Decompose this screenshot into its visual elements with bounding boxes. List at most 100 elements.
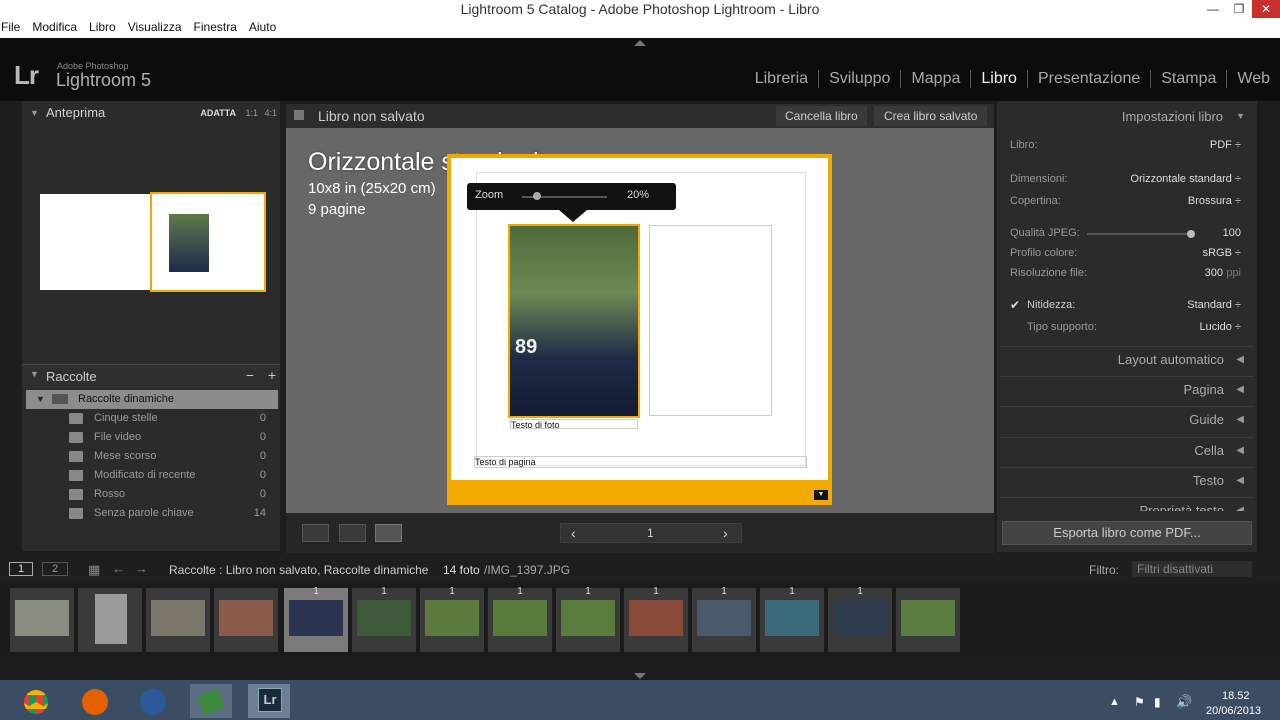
jpeg-slider-thumb[interactable] <box>1187 230 1195 238</box>
filmstrip-thumb[interactable]: 1 <box>624 586 688 652</box>
layout-auto-section[interactable]: Layout automatico ◀ <box>1000 346 1254 372</box>
libro-select[interactable]: PDF ÷ <box>1210 139 1241 151</box>
zoom-4-1[interactable]: 4:1 <box>264 101 277 125</box>
collection-count: 0 <box>259 469 266 481</box>
remove-collection-button[interactable]: − <box>246 367 254 383</box>
page-menu-icon[interactable]: ▼ <box>814 490 828 500</box>
single-page-view-icon[interactable] <box>375 524 402 542</box>
page-section[interactable]: Pagina ◀ <box>1000 376 1254 402</box>
grid-icon[interactable]: ▦ <box>88 562 100 578</box>
resolution-value[interactable]: 300 <box>1205 267 1223 279</box>
lightroom-taskbar-icon[interactable]: Lr <box>248 684 290 718</box>
jpeg-slider-track[interactable] <box>1087 233 1191 235</box>
list-item[interactable]: Modificato di recente 0 <box>26 466 278 485</box>
guides-section[interactable]: Guide ◀ <box>1000 406 1254 432</box>
flag-icon[interactable]: ⚑ <box>1134 695 1145 709</box>
module-sviluppo[interactable]: Sviluppo <box>819 70 902 88</box>
main-window-button[interactable]: 1 <box>9 562 33 576</box>
close-icon[interactable]: ✕ <box>1252 0 1280 18</box>
spread-view-icon[interactable] <box>339 524 366 542</box>
chrome-icon[interactable] <box>16 684 58 718</box>
back-arrow-icon[interactable]: ← <box>112 561 125 576</box>
filmstrip-thumb[interactable]: 1 <box>420 586 484 652</box>
cover-select[interactable]: Brossura ÷ <box>1188 195 1241 207</box>
sharpening-select[interactable]: Standard ÷ <box>1187 299 1241 311</box>
list-item[interactable]: ▼ Raccolte dinamiche <box>26 390 278 409</box>
source-path[interactable]: Raccolte : Libro non salvato, Raccolte d… <box>169 563 428 577</box>
color-profile-select[interactable]: sRGB ÷ <box>1203 247 1241 259</box>
empty-photo-cell[interactable] <box>649 225 772 416</box>
filmstrip-thumb[interactable] <box>146 588 210 652</box>
filmstrip-thumb[interactable]: 1 <box>760 586 824 652</box>
filter-select[interactable]: Filtri disattivati <box>1132 561 1252 577</box>
menu-libro[interactable]: Libro <box>89 18 122 34</box>
filmstrip-thumb-selected[interactable]: 1 <box>284 586 348 652</box>
list-item[interactable]: Cinque stelle 0 <box>26 409 278 428</box>
create-saved-book-button[interactable]: Crea libro salvato <box>874 106 988 126</box>
list-item[interactable]: Rosso 0 <box>26 485 278 504</box>
menu-file[interactable]: File <box>1 18 26 34</box>
list-item[interactable]: Mese scorso 0 <box>26 447 278 466</box>
menu-visualizza[interactable]: Visualizza <box>128 18 188 34</box>
filmstrip-thumb[interactable] <box>214 588 278 652</box>
text-section[interactable]: Testo ◀ <box>1000 467 1254 493</box>
filmstrip-thumb[interactable]: 1 <box>488 586 552 652</box>
restore-icon[interactable]: ❐ <box>1226 0 1252 18</box>
module-libreria[interactable]: Libreria <box>745 70 820 88</box>
add-collection-button[interactable]: + <box>268 367 276 383</box>
checkmark-icon[interactable]: ✔ <box>1010 298 1020 312</box>
menu-aiuto[interactable]: Aiuto <box>249 18 282 34</box>
module-web[interactable]: Web <box>1227 70 1280 88</box>
smart-collection-icon <box>69 413 83 424</box>
photo-cell[interactable]: 89 <box>508 224 640 418</box>
cash-register-icon[interactable] <box>190 684 232 718</box>
export-pdf-button[interactable]: Esporta libro come PDF... <box>1002 521 1252 545</box>
filmstrip-thumb[interactable]: 1 <box>828 586 892 652</box>
zoom-popup: Zoom 20% <box>467 183 676 222</box>
cell-section[interactable]: Cella ◀ <box>1000 437 1254 463</box>
collapse-bottom-icon[interactable] <box>634 673 646 679</box>
current-file[interactable]: /IMG_1397.JPG <box>484 563 570 577</box>
module-mappa[interactable]: Mappa <box>901 70 972 88</box>
clear-book-button[interactable]: Cancella libro <box>776 106 867 126</box>
list-item[interactable]: File video 0 <box>26 428 278 447</box>
collapse-top-icon[interactable] <box>634 40 646 46</box>
forward-arrow-icon[interactable]: → <box>135 561 148 576</box>
clock-date[interactable]: 20/06/2013 <box>1206 705 1261 717</box>
page-caption[interactable]: Testo di pagina <box>474 456 807 468</box>
module-stampa[interactable]: Stampa <box>1151 70 1228 88</box>
filmstrip-thumb[interactable] <box>78 588 142 652</box>
menu-finestra[interactable]: Finestra <box>194 18 243 34</box>
module-presentazione[interactable]: Presentazione <box>1028 70 1152 88</box>
chevron-up-icon[interactable]: ▲ <box>1109 696 1120 708</box>
text-properties-section[interactable]: Proprietà testo ◀ <box>1000 497 1254 511</box>
filmstrip-thumb[interactable] <box>10 588 74 652</box>
photo-caption[interactable]: Testo di foto <box>510 419 638 430</box>
list-item[interactable]: Senza parole chiave 14 <box>26 504 278 523</box>
next-page-button[interactable]: › <box>723 525 728 541</box>
zoom-1-1[interactable]: 1:1 <box>245 101 258 125</box>
preview-panel-header[interactable]: ▼ Anteprima ADATTA 1:1 4:1 <box>22 101 280 125</box>
triangle-down-icon: ▼ <box>30 108 39 118</box>
filmstrip-thumb[interactable]: 1 <box>692 586 756 652</box>
secondary-window-button[interactable]: 2 <box>42 562 68 576</box>
firefox-icon[interactable] <box>74 684 116 718</box>
menu-modifica[interactable]: Modifica <box>32 18 83 34</box>
network-icon[interactable]: ▮ <box>1154 695 1161 709</box>
book-settings-header[interactable]: Impostazioni libro <box>1122 109 1223 124</box>
collections-header[interactable]: ▼ Raccolte − + <box>22 364 280 388</box>
minimize-icon[interactable]: — <box>1200 0 1226 18</box>
module-libro[interactable]: Libro <box>971 70 1028 88</box>
clock-time[interactable]: 18.52 <box>1222 690 1250 702</box>
prev-page-button[interactable]: ‹ <box>571 525 576 541</box>
thunderbird-icon[interactable] <box>132 684 174 718</box>
media-type-select[interactable]: Lucido ÷ <box>1199 321 1241 333</box>
zoom-fit[interactable]: ADATTA <box>200 101 236 125</box>
filmstrip-thumb[interactable]: 1 <box>352 586 416 652</box>
multi-page-view-icon[interactable] <box>302 524 329 542</box>
volume-icon[interactable]: 🔊 <box>1176 694 1192 710</box>
filmstrip-thumb[interactable]: 1 <box>556 586 620 652</box>
filmstrip-thumb[interactable] <box>896 588 960 652</box>
dimensions-select[interactable]: Orizzontale standard ÷ <box>1130 173 1241 185</box>
zoom-slider-thumb[interactable] <box>533 192 541 200</box>
